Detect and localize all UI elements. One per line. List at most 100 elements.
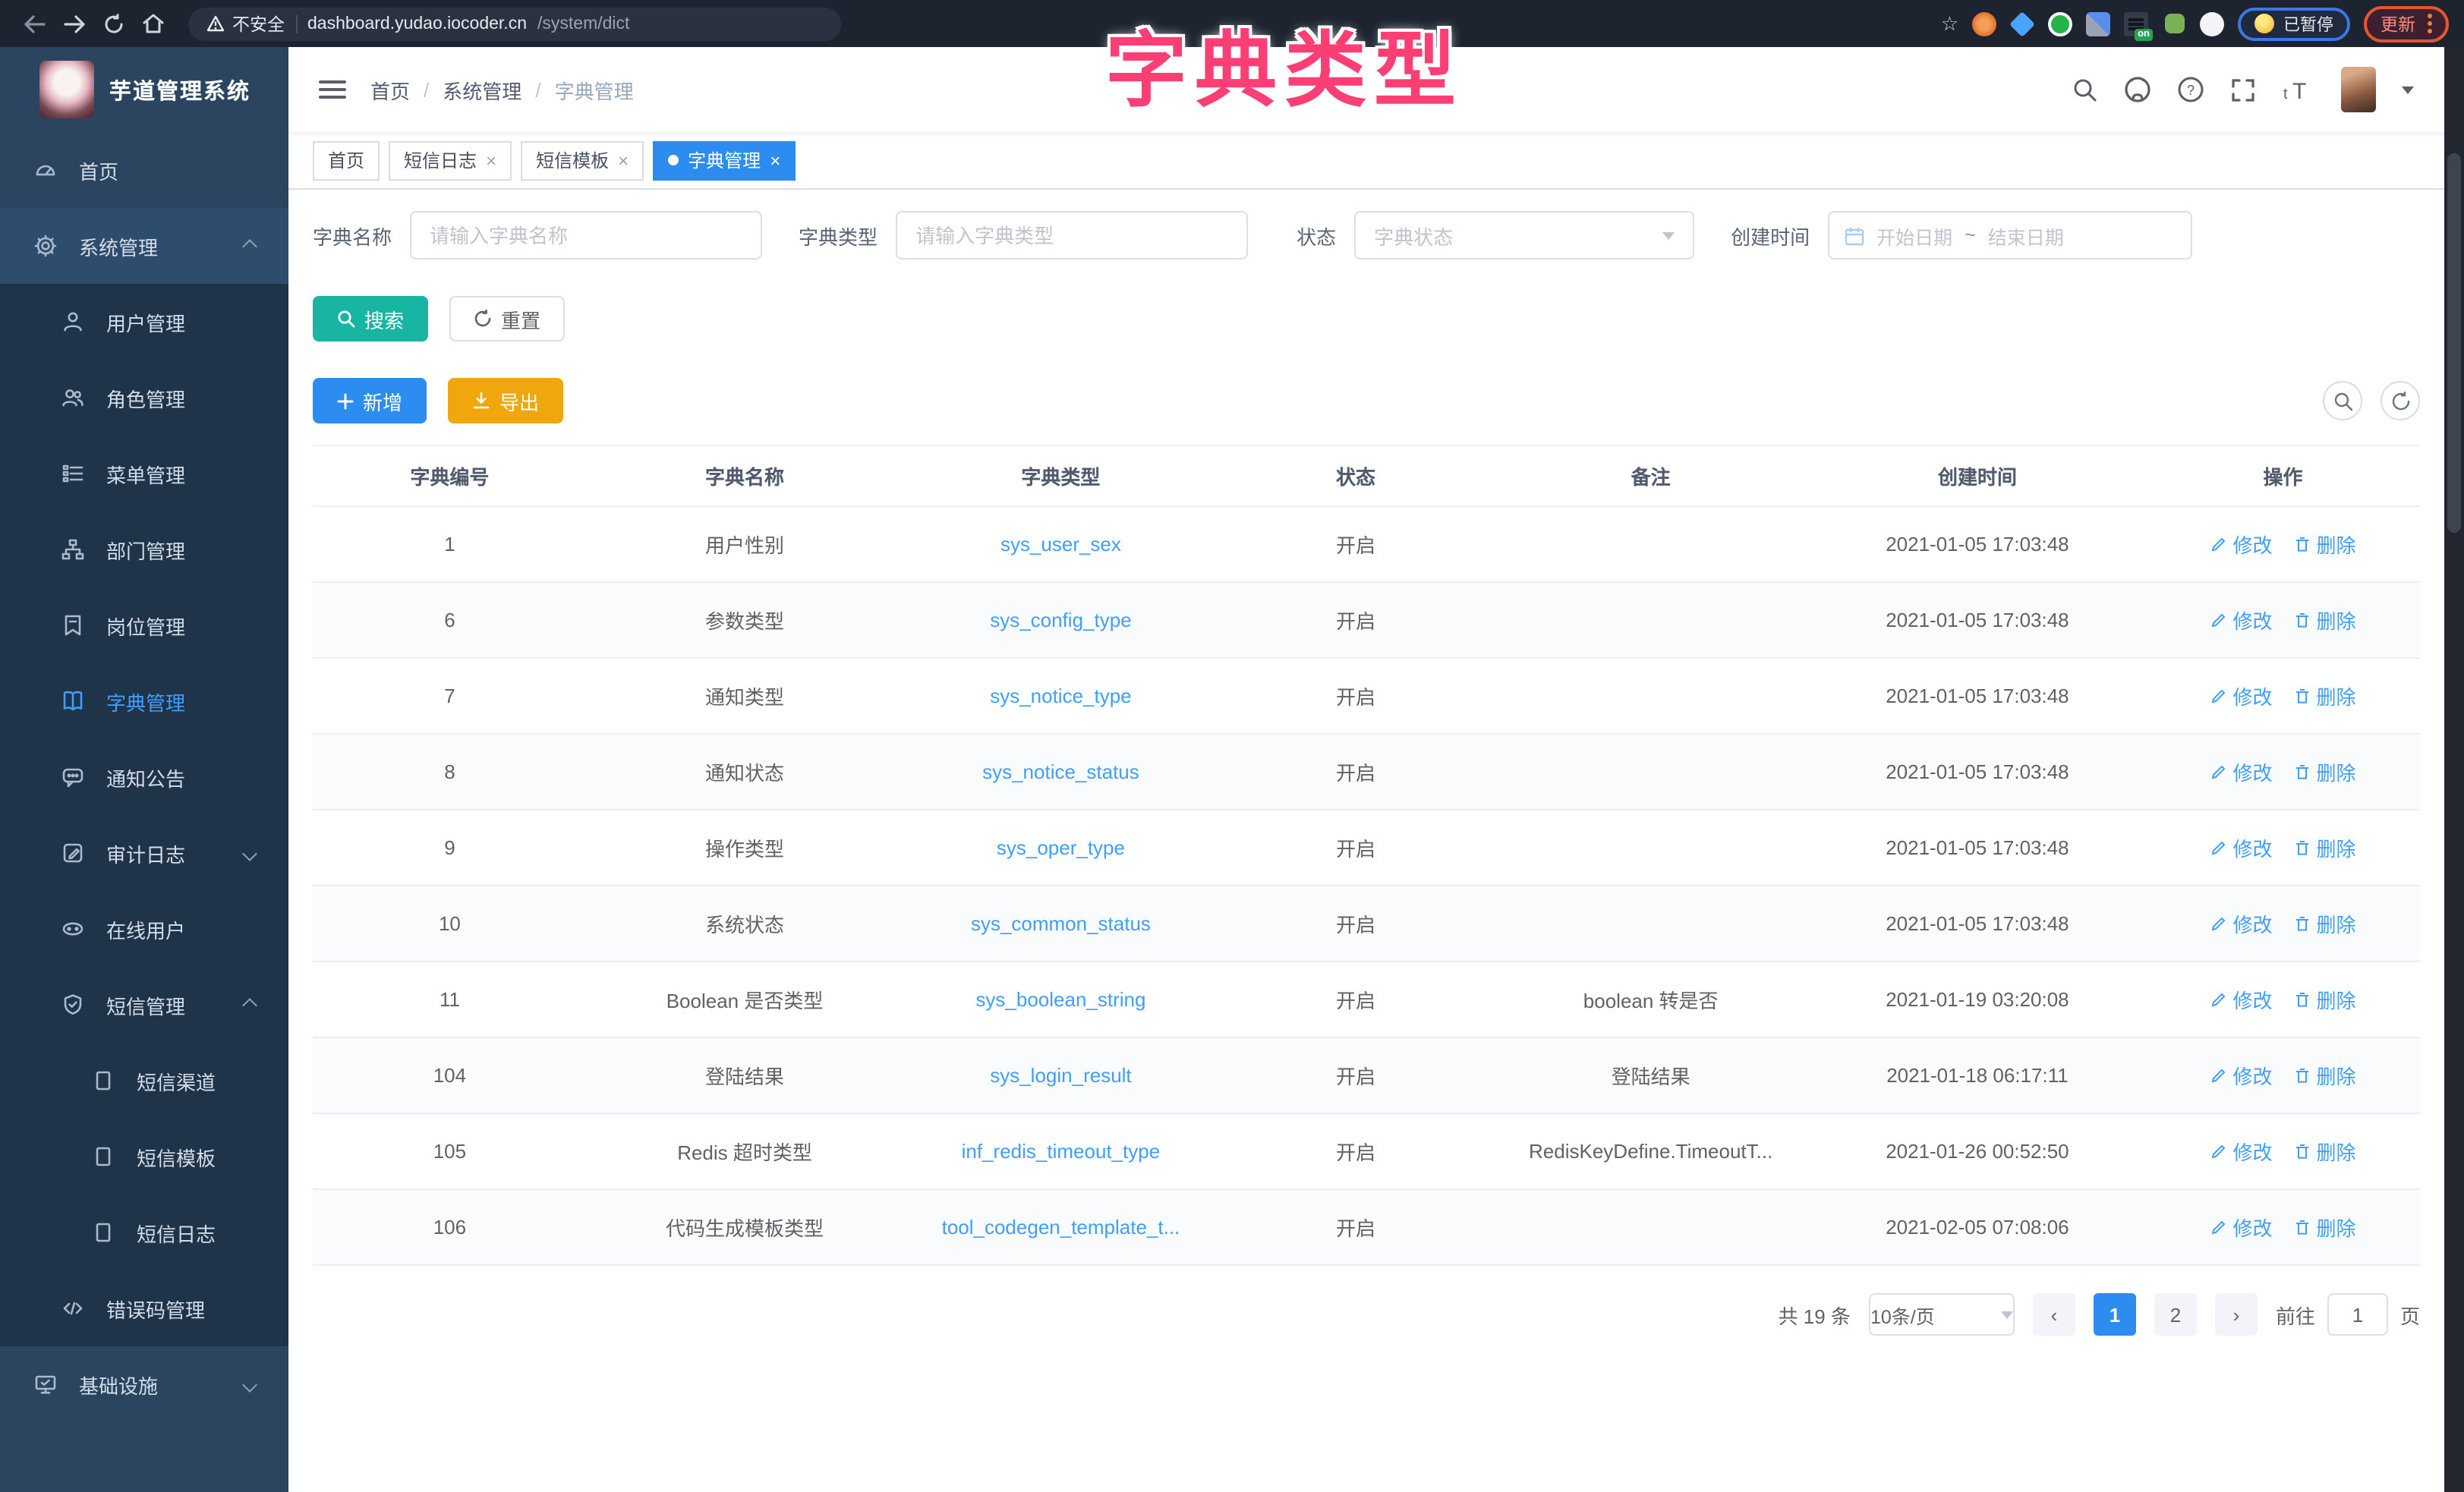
search-icon[interactable]: [2072, 77, 2098, 102]
dict-name-input[interactable]: [410, 211, 762, 260]
search-button[interactable]: 搜索: [313, 296, 428, 342]
prev-page-button[interactable]: ‹: [2033, 1293, 2075, 1336]
delete-link[interactable]: 删除: [2294, 606, 2356, 634]
delete-link[interactable]: 删除: [2294, 681, 2356, 710]
extension-icon[interactable]: [1972, 11, 1996, 36]
dict-type-link[interactable]: sys_oper_type: [997, 836, 1125, 859]
reset-button[interactable]: 重置: [449, 296, 565, 342]
sidebar-item-post-management[interactable]: 岗位管理: [0, 587, 288, 663]
page-button-2[interactable]: 2: [2154, 1293, 2197, 1336]
hamburger-icon[interactable]: [319, 80, 346, 99]
tab-dict-management[interactable]: 字典管理 ×: [653, 140, 796, 180]
dict-type-link[interactable]: sys_notice_type: [990, 685, 1131, 707]
close-icon[interactable]: ×: [486, 151, 496, 169]
dict-type-link[interactable]: inf_redis_timeout_type: [962, 1140, 1161, 1163]
date-range-picker[interactable]: 开始日期 ~ 结束日期: [1828, 211, 2192, 260]
edit-link[interactable]: 修改: [2210, 681, 2272, 710]
sidebar-item-user-management[interactable]: 用户管理: [0, 284, 288, 360]
sidebar-item-error-code[interactable]: 错误码管理: [0, 1270, 288, 1346]
sidebar-item-dept-management[interactable]: 部门管理: [0, 511, 288, 587]
tab-home[interactable]: 首页: [313, 140, 380, 180]
sidebar-item-sms-template[interactable]: 短信模板: [0, 1119, 288, 1195]
sidebar-item-sms-management[interactable]: 短信管理: [0, 967, 288, 1043]
page-button-1[interactable]: 1: [2094, 1293, 2136, 1336]
refresh-button[interactable]: [2381, 381, 2420, 420]
sidebar-item-infrastructure[interactable]: 基础设施: [0, 1346, 288, 1422]
extension-icon[interactable]: [2010, 11, 2034, 36]
profile-paused-pill[interactable]: 已暂停: [2238, 7, 2350, 40]
sidebar-item-sms-log[interactable]: 短信日志: [0, 1195, 288, 1270]
delete-link[interactable]: 删除: [2294, 530, 2356, 559]
sidebar-item-dict-management[interactable]: 字典管理: [0, 663, 288, 739]
address-bar[interactable]: 不安全 dashboard.yudao.iocoder.cn/system/di…: [188, 7, 841, 40]
delete-link[interactable]: 删除: [2294, 1061, 2356, 1090]
extension-icon[interactable]: [2086, 11, 2110, 36]
delete-link[interactable]: 删除: [2294, 1137, 2356, 1166]
fullscreen-icon[interactable]: [2230, 77, 2256, 102]
edit-link[interactable]: 修改: [2210, 757, 2272, 786]
sidebar-item-menu-management[interactable]: 菜单管理: [0, 436, 288, 511]
edit-link[interactable]: 修改: [2210, 530, 2272, 559]
app-logo[interactable]: 芋道管理系统: [0, 47, 288, 132]
tab-sms-template[interactable]: 短信模板 ×: [521, 140, 644, 180]
github-icon[interactable]: [2124, 76, 2151, 103]
dict-type-link[interactable]: sys_user_sex: [1000, 533, 1121, 556]
search-toggle-button[interactable]: [2323, 381, 2362, 420]
edit-link[interactable]: 修改: [2210, 985, 2272, 1014]
extension-icon[interactable]: [2048, 11, 2072, 36]
sidebar-item-home[interactable]: 首页: [0, 132, 288, 208]
breadcrumb-system[interactable]: 系统管理: [443, 75, 521, 104]
user-avatar[interactable]: [2341, 67, 2376, 112]
user-menu-caret-icon[interactable]: [2402, 86, 2414, 93]
sidebar-item-role-management[interactable]: 角色管理: [0, 360, 288, 436]
help-icon[interactable]: ?: [2177, 76, 2204, 103]
dict-type-link[interactable]: sys_login_result: [990, 1064, 1131, 1087]
goto-page-input[interactable]: [2327, 1293, 2388, 1336]
edit-link[interactable]: 修改: [2210, 1137, 2272, 1166]
close-icon[interactable]: ×: [770, 151, 780, 169]
delete-link[interactable]: 删除: [2294, 1213, 2356, 1242]
breadcrumb-home[interactable]: 首页: [370, 75, 410, 104]
extension-icon[interactable]: on: [2124, 11, 2148, 36]
delete-link[interactable]: 删除: [2294, 757, 2356, 786]
reload-icon[interactable]: [94, 7, 134, 40]
dict-type-input[interactable]: [896, 211, 1248, 260]
forward-icon[interactable]: [55, 7, 94, 40]
sidebar-item-system-management[interactable]: 系统管理: [0, 208, 288, 284]
delete-link[interactable]: 删除: [2294, 833, 2356, 862]
edit-link[interactable]: 修改: [2210, 909, 2272, 938]
dict-type-link[interactable]: sys_common_status: [971, 912, 1151, 935]
kebab-menu-icon[interactable]: [2428, 14, 2432, 33]
sidebar-item-notice[interactable]: 通知公告: [0, 739, 288, 815]
page-size-select[interactable]: 10条/页: [1869, 1293, 2015, 1336]
edit-link[interactable]: 修改: [2210, 833, 2272, 862]
sidebar-item-audit-log[interactable]: 审计日志: [0, 815, 288, 891]
back-icon[interactable]: [15, 7, 55, 40]
edit-link[interactable]: 修改: [2210, 606, 2272, 634]
export-button[interactable]: 导出: [448, 378, 563, 423]
dict-type-link[interactable]: sys_boolean_string: [975, 988, 1145, 1011]
bookmark-star-icon[interactable]: ☆: [1941, 11, 1958, 36]
extension-icon[interactable]: [2200, 11, 2224, 36]
edit-link[interactable]: 修改: [2210, 1213, 2272, 1242]
page-scrollbar[interactable]: [2444, 47, 2464, 1492]
sidebar-item-online-users[interactable]: 在线用户: [0, 891, 288, 967]
edit-link[interactable]: 修改: [2210, 1061, 2272, 1090]
dict-type-link[interactable]: sys_notice_status: [982, 760, 1139, 783]
sidebar-item-sms-channel[interactable]: 短信渠道: [0, 1043, 288, 1119]
next-page-button[interactable]: ›: [2215, 1293, 2258, 1336]
status-select[interactable]: 字典状态: [1354, 211, 1694, 260]
dict-type-link[interactable]: sys_config_type: [990, 609, 1131, 631]
scrollbar-thumb[interactable]: [2447, 153, 2461, 533]
extension-icon[interactable]: [2162, 11, 2186, 36]
text-size-icon[interactable]: tT: [2282, 77, 2315, 102]
browser-update-button[interactable]: 更新: [2364, 5, 2449, 42]
tab-sms-log[interactable]: 短信日志 ×: [389, 140, 512, 180]
close-icon[interactable]: ×: [618, 151, 629, 169]
security-warning[interactable]: 不安全: [206, 11, 285, 36]
dict-type-link[interactable]: tool_codegen_template_t...: [942, 1216, 1180, 1239]
delete-link[interactable]: 删除: [2294, 909, 2356, 938]
delete-link[interactable]: 删除: [2294, 985, 2356, 1014]
add-button[interactable]: 新增: [313, 378, 427, 423]
home-icon[interactable]: [134, 7, 173, 40]
